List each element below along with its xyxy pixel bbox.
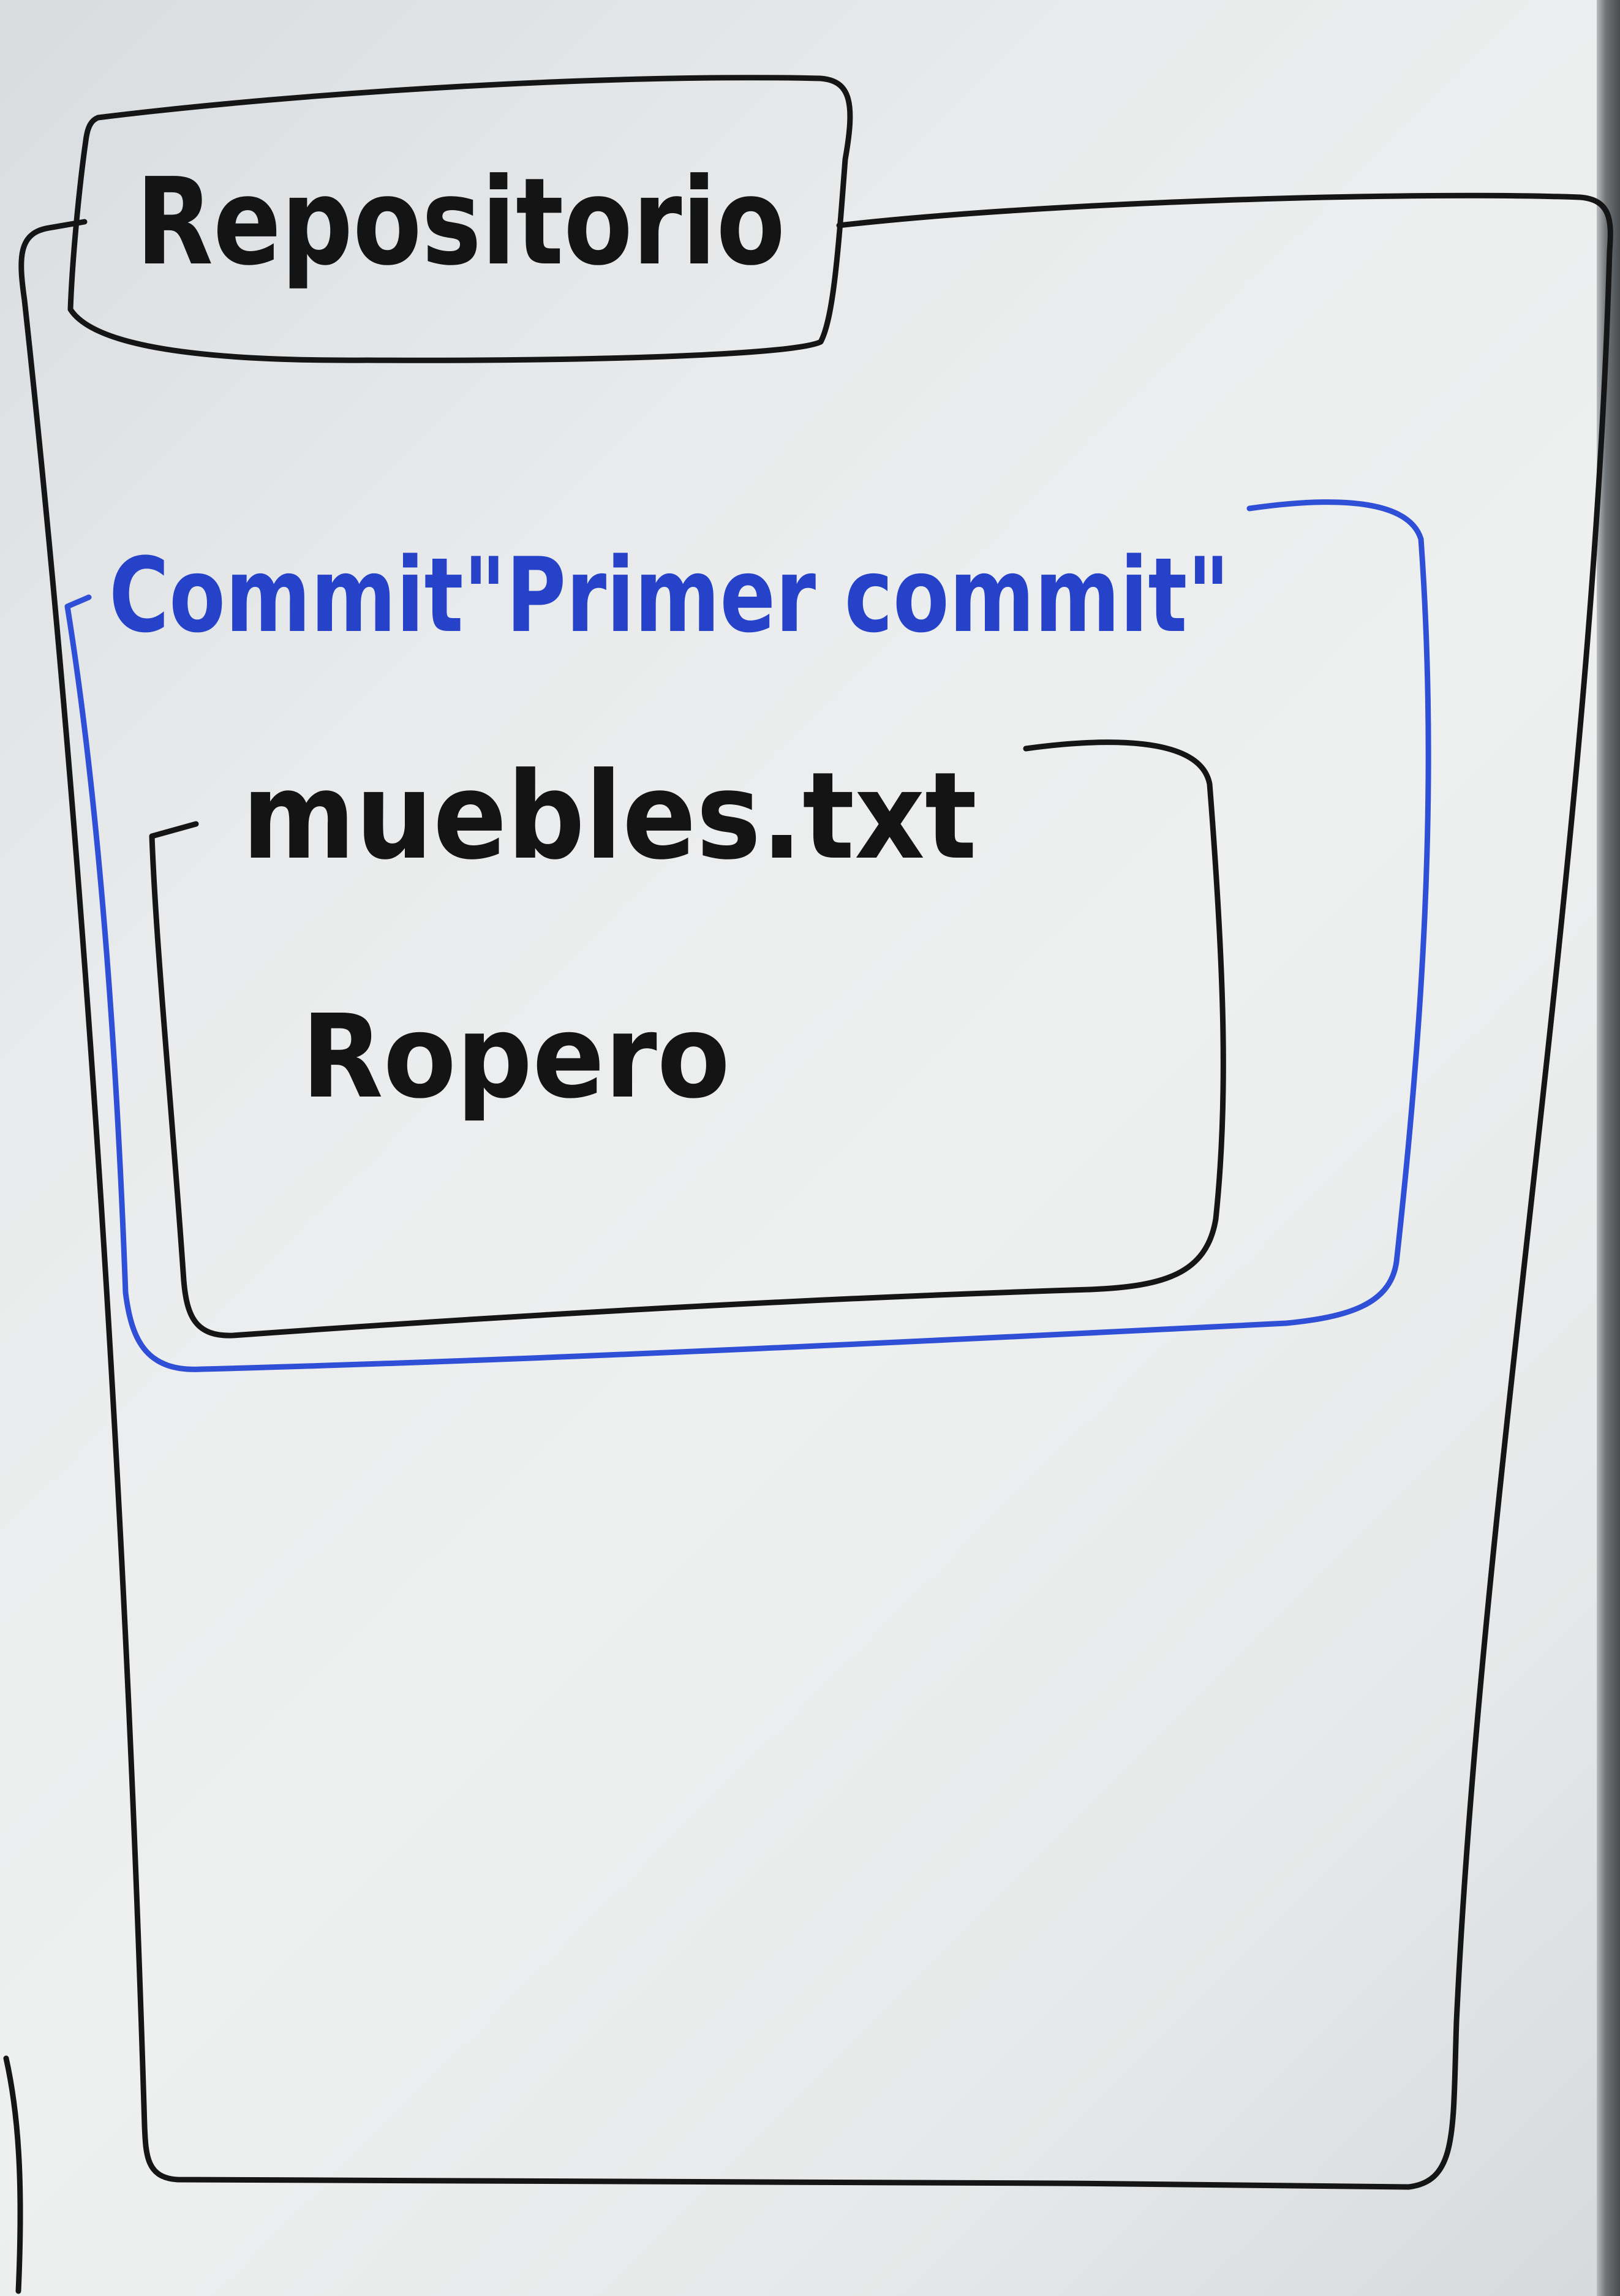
file-name-label: muebles.txt — [242, 747, 977, 886]
repository-container — [18, 192, 1613, 2190]
file-content-text: Ropero — [301, 990, 730, 1124]
repository-diagram: Repositorio Commit"Primer commit" mueble… — [3, 75, 1613, 2294]
commit-label: Commit"Primer commit" — [109, 535, 1230, 655]
board-edge-mark — [3, 2055, 23, 2294]
repository-label: Repositorio — [136, 153, 785, 292]
whiteboard: Repositorio Commit"Primer commit" mueble… — [0, 0, 1620, 2296]
